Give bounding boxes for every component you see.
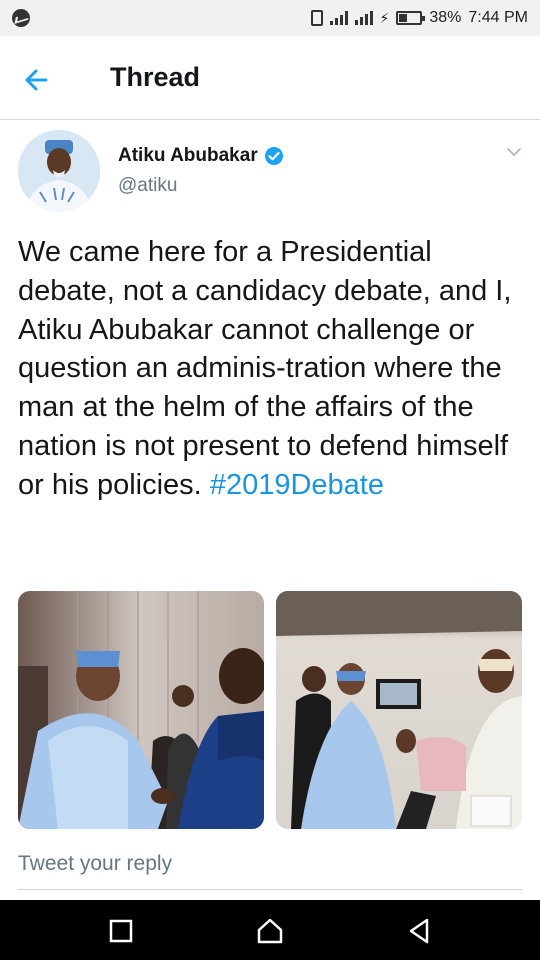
vibrate-icon <box>310 10 323 26</box>
verified-badge-icon <box>264 147 283 165</box>
status-indicators: ⚡ 38% 7:44 PM <box>310 0 528 36</box>
signal-4g-icon <box>354 11 373 25</box>
battery-percent: 38% <box>429 9 462 26</box>
status-bar: ⚡ 38% 7:44 PM <box>0 0 540 36</box>
author-name[interactable]: Atiku Abubakar <box>118 145 284 167</box>
charging-icon: ⚡ <box>379 9 390 26</box>
avatar-image <box>18 130 100 212</box>
tweet-options-button[interactable] <box>502 142 526 162</box>
triangle-back-icon <box>409 918 429 944</box>
battery-icon <box>396 11 426 25</box>
app-header: Thread <box>0 36 540 120</box>
tweet-body: We came here for a Presidential debate, … <box>18 236 512 501</box>
reply-input[interactable] <box>18 850 522 890</box>
avatar[interactable] <box>18 130 100 212</box>
photo-crowd <box>276 591 522 829</box>
author-name-text: Atiku Abubakar <box>118 145 258 166</box>
page-title: Thread <box>110 62 201 92</box>
tweet-photo-2[interactable] <box>276 591 522 829</box>
home-button[interactable] <box>255 916 285 946</box>
clock: 7:44 PM <box>468 9 528 26</box>
author-handle[interactable]: @atiku <box>118 175 177 197</box>
messenger-icon <box>12 9 30 27</box>
square-icon <box>109 919 133 943</box>
tweet-text: We came here for a Presidential debate, … <box>18 233 528 505</box>
reply-area <box>0 830 540 900</box>
signal-icon <box>329 11 348 25</box>
system-back-button[interactable] <box>405 916 435 946</box>
photo-handshake <box>18 591 264 829</box>
recent-apps-button[interactable] <box>106 916 136 946</box>
chevron-down-icon <box>507 148 521 157</box>
home-icon <box>257 918 283 944</box>
tweet-photo-1[interactable] <box>18 591 264 829</box>
back-button[interactable] <box>20 60 60 100</box>
hashtag-link[interactable]: #2019Debate <box>210 469 384 501</box>
system-nav-bar <box>0 900 540 960</box>
arrow-left-icon <box>25 69 48 91</box>
